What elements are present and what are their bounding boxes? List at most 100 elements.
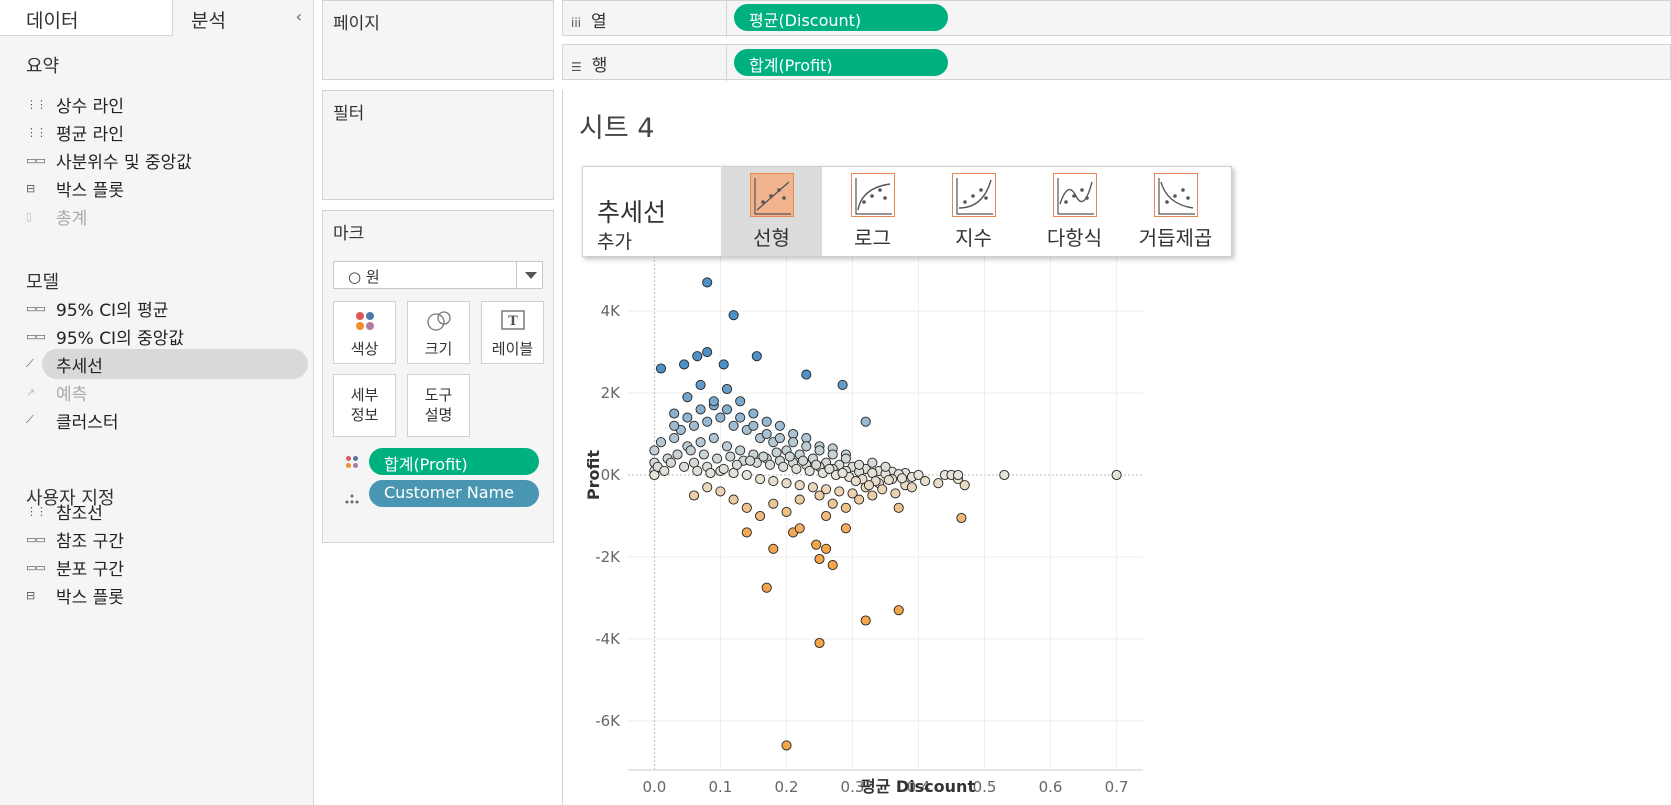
scatter-point[interactable] <box>920 476 931 487</box>
scatter-point[interactable] <box>863 480 875 491</box>
detail-field-pill[interactable]: Customer Name <box>369 480 539 507</box>
scatter-point[interactable] <box>778 461 789 472</box>
scatter-point[interactable] <box>1111 469 1122 481</box>
scatter-point[interactable] <box>655 437 667 448</box>
scatter-point[interactable] <box>751 351 762 362</box>
tab-analysis[interactable]: 분석 ‹ <box>173 0 314 36</box>
scatter-point[interactable] <box>794 523 805 534</box>
color-field-pill[interactable]: 합계(Profit) <box>369 448 539 475</box>
pages-card[interactable]: 페이지 <box>322 0 554 80</box>
scatter-point[interactable] <box>708 433 719 444</box>
tooltip-button[interactable]: 도구 설명 <box>407 374 470 437</box>
scatter-point[interactable] <box>761 416 772 427</box>
scatter-point[interactable] <box>893 605 904 616</box>
scatter-point[interactable] <box>702 416 713 427</box>
collapse-pane-button[interactable]: ‹ <box>296 7 302 26</box>
scatter-point[interactable] <box>781 506 792 517</box>
scatter-point[interactable] <box>781 740 792 751</box>
scatter-point[interactable] <box>953 469 964 481</box>
scatter-point[interactable] <box>784 451 795 462</box>
scatter-point[interactable] <box>755 510 766 522</box>
label-button[interactable]: T 레이블 <box>481 301 544 364</box>
scatter-point[interactable] <box>665 457 676 468</box>
tab-data[interactable]: 데이터 <box>0 0 173 36</box>
scatter-point[interactable] <box>794 494 805 505</box>
pane-item-custom-0[interactable]: ⋮⋮ 참조선 <box>26 497 308 525</box>
scatter-point[interactable] <box>682 392 693 403</box>
scatter-point[interactable] <box>956 512 967 524</box>
scatter-point[interactable] <box>669 433 680 444</box>
scatter-point[interactable] <box>718 359 729 370</box>
pane-item-summary-3[interactable]: ⊟ 박스 플롯 <box>26 174 308 202</box>
scatter-point[interactable] <box>718 463 729 474</box>
scatter-point[interactable] <box>854 494 865 505</box>
scatter-point[interactable] <box>794 480 805 491</box>
scatter-point[interactable] <box>702 277 713 288</box>
scatter-point[interactable] <box>837 467 848 479</box>
scatter-point[interactable] <box>679 461 690 472</box>
scatter-point[interactable] <box>896 473 908 484</box>
scatter-point[interactable] <box>840 523 851 534</box>
scatter-point[interactable] <box>811 539 822 550</box>
scatter-point[interactable] <box>741 502 752 513</box>
scatter-point[interactable] <box>771 447 782 458</box>
scatter-point[interactable] <box>748 420 759 431</box>
scatter-point[interactable] <box>695 437 706 448</box>
pane-item-model-2[interactable]: ⟋ 추세선 <box>26 349 308 379</box>
scatter-point[interactable] <box>669 420 680 431</box>
scatter-point[interactable] <box>824 463 835 474</box>
scatter-point[interactable] <box>655 363 667 374</box>
scatter-point[interactable] <box>850 476 861 487</box>
scatter-point[interactable] <box>758 451 769 462</box>
scatter-point[interactable] <box>679 359 690 370</box>
scatter-point[interactable] <box>811 459 822 470</box>
scatter-point[interactable] <box>774 433 785 444</box>
trend-option-1[interactable]: 로그 <box>822 167 923 256</box>
scatter-point[interactable] <box>735 396 746 407</box>
scatter-point[interactable] <box>761 428 772 440</box>
scatter-chart[interactable]: 6K4K2K0K-2K-4K-6K0.00.10.20.30.40.50.60.… <box>563 180 1183 805</box>
scatter-point[interactable] <box>827 560 838 571</box>
scatter-point[interactable] <box>721 383 733 395</box>
scatter-point[interactable] <box>692 465 703 476</box>
scatter-point[interactable] <box>768 476 779 487</box>
scatter-point[interactable] <box>801 441 812 452</box>
scatter-point[interactable] <box>893 502 904 513</box>
scatter-point[interactable] <box>834 486 845 497</box>
columns-pill[interactable]: 평균(Discount) <box>734 4 948 31</box>
scatter-point[interactable] <box>702 482 713 493</box>
scatter-point[interactable] <box>883 474 894 485</box>
columns-shelf[interactable]: iii 열 평균(Discount) <box>562 0 1671 37</box>
pane-item-model-1[interactable]: ▭▭ 95% CI의 중앙값 <box>26 322 308 350</box>
scatter-point[interactable] <box>807 482 818 493</box>
scatter-point[interactable] <box>906 482 917 493</box>
pane-item-summary-1[interactable]: ⋮⋮ 평균 라인 <box>26 118 308 146</box>
scatter-point[interactable] <box>731 459 742 470</box>
scatter-point[interactable] <box>728 310 739 321</box>
pane-item-model-3[interactable]: ↗ 예측 <box>26 378 308 406</box>
scatter-point[interactable] <box>728 420 739 431</box>
scatter-point[interactable] <box>672 449 683 460</box>
scatter-point[interactable] <box>877 484 888 495</box>
scatter-point[interactable] <box>659 465 670 476</box>
scatter-point[interactable] <box>741 469 752 481</box>
scatter-point[interactable] <box>735 412 746 423</box>
pane-item-summary-0[interactable]: ⋮⋮ 상수 라인 <box>26 90 308 118</box>
scatter-point[interactable] <box>682 412 693 423</box>
rows-pill[interactable]: 합계(Profit) <box>734 49 948 76</box>
scatter-point[interactable] <box>840 453 851 464</box>
mark-type-dropdown[interactable]: ○ 원 <box>333 261 543 289</box>
scatter-point[interactable] <box>715 412 726 423</box>
scatter-point[interactable] <box>791 463 802 474</box>
scatter-point[interactable] <box>692 351 703 362</box>
scatter-point[interactable] <box>860 615 871 626</box>
scatter-point[interactable] <box>688 490 700 501</box>
scatter-point[interactable] <box>712 453 723 464</box>
scatter-point[interactable] <box>705 467 716 479</box>
scatter-point[interactable] <box>801 369 812 380</box>
scatter-point[interactable] <box>725 451 736 462</box>
scatter-point[interactable] <box>837 379 848 390</box>
scatter-point[interactable] <box>797 455 809 466</box>
trend-option-2[interactable]: 지수 <box>923 167 1024 256</box>
scatter-point[interactable] <box>708 396 719 407</box>
